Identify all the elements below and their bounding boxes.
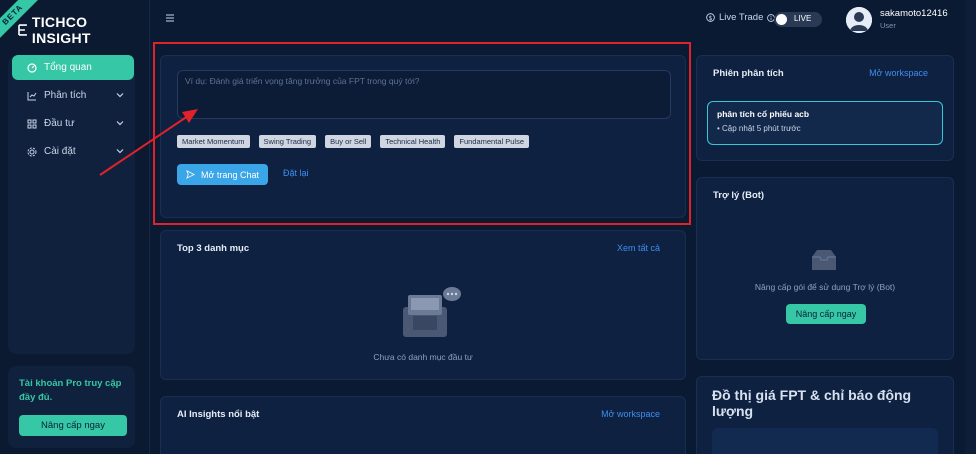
menu-icon[interactable]	[165, 13, 175, 23]
chart-area	[712, 428, 938, 454]
live-toggle[interactable]: LIVE	[774, 12, 822, 27]
insights-card: AI Insights nổi bật Mở workspace	[160, 396, 686, 454]
avatar[interactable]	[846, 7, 872, 33]
highlight-box	[153, 42, 691, 225]
upgrade-button[interactable]: Nâng cấp ngay	[19, 415, 127, 436]
session-card: Phiên phân tích Mở workspace phân tích c…	[696, 55, 954, 161]
live-trade: $ Live Trade	[706, 12, 776, 23]
dashboard-icon	[26, 62, 38, 74]
sidebar-item-label: Phân tích	[44, 90, 87, 101]
svg-text:$: $	[708, 15, 712, 22]
insights-title: AI Insights nổi bật	[177, 409, 260, 420]
grid-icon	[26, 118, 38, 130]
sidebar-item-label: Tổng quan	[44, 62, 92, 73]
price-chart-card: Đồ thị giá FPT & chỉ báo động lượng	[696, 376, 954, 454]
logo-icon	[18, 24, 27, 36]
session-item[interactable]: phân tích cổ phiếu acb • Cập nhật 5 phút…	[707, 101, 943, 145]
session-item-subtitle: • Cập nhật 5 phút trước	[717, 124, 801, 133]
live-trade-label: Live Trade	[719, 12, 764, 23]
empty-portfolio-icon	[403, 287, 461, 337]
chart-title: Đồ thị giá FPT & chỉ báo động lượng	[712, 387, 912, 419]
sidebar-item-label: Đầu tư	[44, 118, 75, 129]
bot-card: Trợ lý (Bot) Nâng cấp gói để sử dụng Trợ…	[696, 177, 954, 360]
top3-card: Top 3 danh mục Xem tất cả Chưa có danh m…	[160, 230, 686, 380]
inbox-icon	[812, 250, 836, 270]
sidebar-item-settings[interactable]: Cài đặt	[12, 139, 134, 164]
chevron-down-icon	[116, 149, 124, 154]
sidebar: BETA TICHCO INSIGHT Tổng quan Phân tích …	[0, 0, 150, 454]
toggle-knob	[776, 14, 787, 25]
session-workspace-link[interactable]: Mở workspace	[869, 68, 928, 78]
chevron-down-icon	[116, 121, 124, 126]
bot-upgrade-button[interactable]: Nâng cấp ngay	[786, 304, 866, 324]
session-item-title: phân tích cổ phiếu acb	[717, 109, 810, 119]
pro-upgrade-box: Tài khoản Pro truy cập đầy đủ. Nâng cấp …	[8, 366, 135, 448]
dollar-icon: $	[706, 13, 715, 22]
empty-portfolio-text: Chưa có danh mục đầu tư	[373, 352, 473, 362]
gear-icon	[26, 146, 38, 158]
user-role: User	[880, 21, 896, 30]
sidebar-item-analysis[interactable]: Phân tích	[12, 83, 134, 108]
open-workspace-link[interactable]: Mở workspace	[601, 409, 660, 419]
session-title: Phiên phân tích	[713, 68, 784, 79]
sidebar-nav: Tổng quan Phân tích Đầu tư Cài đặt	[12, 55, 134, 167]
bot-title: Trợ lý (Bot)	[713, 190, 765, 201]
pro-text: Tài khoản Pro truy cập đầy đủ.	[19, 378, 122, 403]
user-icon	[846, 7, 872, 33]
toggle-label: LIVE	[794, 14, 812, 23]
sidebar-item-label: Cài đặt	[44, 146, 76, 157]
sidebar-item-investment[interactable]: Đầu tư	[12, 111, 134, 136]
bot-text: Nâng cấp gói để sử dụng Trợ lý (Bot)	[754, 282, 896, 292]
brand-logo[interactable]: TICHCO INSIGHT	[18, 14, 149, 46]
chart-icon	[26, 90, 38, 102]
brand-name: TICHCO INSIGHT	[31, 14, 91, 46]
username: sakamoto12416	[880, 8, 948, 19]
view-all-link[interactable]: Xem tất cả	[617, 243, 660, 253]
top3-title: Top 3 danh mục	[177, 243, 250, 254]
chevron-down-icon	[116, 93, 124, 98]
scrollbar[interactable]	[965, 0, 976, 454]
sidebar-item-overview[interactable]: Tổng quan	[12, 55, 134, 80]
